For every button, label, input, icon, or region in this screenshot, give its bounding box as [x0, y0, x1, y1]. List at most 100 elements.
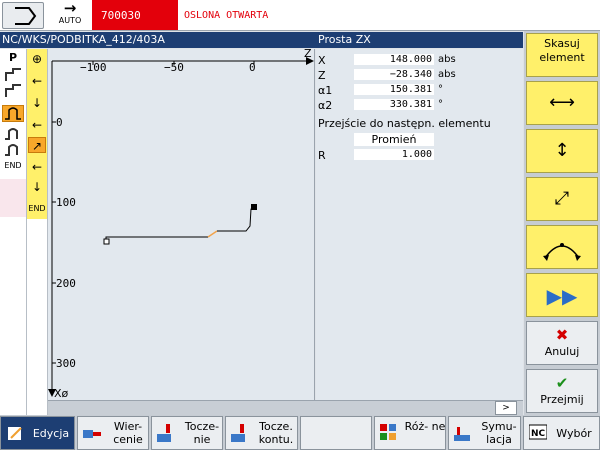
empty-softkey[interactable] — [300, 416, 372, 450]
param-row-a2: α2 330.381 ° — [316, 99, 523, 112]
x-tick-label: 0 — [56, 116, 63, 129]
z-tick-label: −50 — [164, 61, 184, 74]
alpha2-value-field[interactable]: 330.381 — [354, 99, 434, 110]
bracket-icon — [15, 7, 37, 25]
simulation-icon — [454, 427, 470, 441]
alpha1-value-field[interactable]: 150.381 — [354, 84, 434, 95]
contour-start-marker — [103, 238, 110, 245]
end-label[interactable]: END — [2, 161, 24, 178]
parameter-panel: X 148.000 abs Z −28.340 abs α1 150.381 °… — [316, 49, 523, 400]
param-row-r: R 1.000 — [316, 149, 523, 162]
softkey-label: Symu- lacja — [481, 420, 517, 446]
softkey-label: Tocze- nie — [184, 420, 220, 446]
contour-element-column: ⊕ ← ↓ ← ↗ ← ↓ END — [27, 49, 48, 415]
scroll-right-button[interactable]: > — [495, 401, 517, 415]
z-value-field[interactable]: −28.340 — [354, 69, 434, 80]
arrow-left-icon[interactable]: ← — [28, 117, 46, 133]
panel-title: Prosta ZX — [318, 33, 371, 46]
arc-button[interactable] — [526, 225, 598, 269]
horizontal-line-icon: ⟷ — [549, 92, 575, 113]
param-unit: abs — [438, 69, 456, 80]
contour-icon[interactable] — [2, 67, 24, 84]
more-button[interactable]: ▶▶ — [526, 273, 598, 317]
contour-line — [105, 236, 208, 242]
contour-turning-button[interactable]: Tocze. kontu. — [225, 416, 298, 450]
misc-button[interactable]: Róż- ne — [374, 416, 446, 450]
x-value-field[interactable]: 148.000 — [354, 54, 434, 65]
diagonal-arrows-icon: ⤢ — [554, 188, 570, 209]
softkey-label: Przejmij — [540, 393, 584, 406]
softkey-label: Skasuj element — [539, 37, 585, 64]
top-status-bar: → AUTO 700030 OSLONA OTWARTA — [0, 0, 600, 31]
contour-graphic[interactable]: −100 −50 0 Z 0 100 200 300 Xø — [48, 49, 315, 400]
z-axis-label: Z — [304, 49, 312, 60]
vertical-line-icon: ↕ — [554, 140, 570, 161]
softkey-label: Róż- ne — [404, 420, 446, 433]
auto-mode-indicator: → AUTO — [50, 0, 90, 30]
checkmark-icon: ✔ — [555, 374, 569, 392]
x-icon: ✖ — [555, 326, 569, 344]
transition-select[interactable]: Promień — [354, 133, 434, 146]
edit-button[interactable]: Edycja — [0, 416, 75, 450]
param-name: α1 — [318, 84, 333, 97]
softkey-label: Wier- cenie — [113, 420, 143, 446]
empty-slot — [0, 179, 26, 217]
param-row-x: X 148.000 abs — [316, 54, 523, 67]
horizontal-scrollbar[interactable] — [48, 400, 523, 415]
edit-icon — [8, 427, 22, 440]
arrow-down-icon[interactable]: ↓ — [28, 179, 46, 195]
simulation-button[interactable]: Symu- lacja — [448, 416, 521, 450]
arrow-left-icon[interactable]: ← — [28, 159, 46, 175]
delete-element-button[interactable]: Skasuj element — [526, 33, 598, 77]
horizontal-line-button[interactable]: ⟷ — [526, 81, 598, 125]
end-label[interactable]: END — [28, 201, 46, 217]
drill-button[interactable]: Wier- cenie — [77, 416, 149, 450]
double-chevron-right-icon: ▶▶ — [546, 284, 578, 308]
softkey-label: Tocze. kontu. — [258, 420, 294, 446]
oblique-line-button[interactable]: ⤢ — [526, 177, 598, 221]
horizontal-softkeys: Edycja Wier- cenie Tocze- nie Tocze. kon… — [0, 415, 600, 450]
accept-button[interactable]: ✔ Przejmij — [526, 369, 598, 413]
arc-icon — [543, 243, 581, 261]
turning-icon — [157, 424, 171, 442]
arrow-right-icon: → — [63, 0, 77, 17]
misc-icon — [380, 424, 396, 440]
select-button[interactable]: NC Wybór — [523, 416, 600, 450]
program-path: NC/WKS/PODBITKA_412/403A — [2, 33, 165, 46]
svg-text:NC: NC — [531, 429, 546, 439]
param-unit: ° — [438, 99, 443, 110]
param-name: R — [318, 149, 326, 162]
active-element-line — [207, 230, 218, 238]
crosshair-icon[interactable]: ⊕ — [28, 51, 46, 67]
z-tick-label: 0 — [249, 61, 256, 74]
program-start-label[interactable]: P — [2, 51, 24, 68]
contour-end-marker — [251, 204, 257, 210]
cancel-button[interactable]: ✖ Anuluj — [526, 321, 598, 365]
nc-icon: NC — [529, 424, 547, 440]
contour-icon[interactable] — [2, 125, 24, 142]
contour-icon[interactable] — [2, 141, 24, 158]
mode-label: AUTO — [58, 16, 82, 25]
turning-button[interactable]: Tocze- nie — [151, 416, 223, 450]
vertical-line-button[interactable]: ↕ — [526, 129, 598, 173]
arrow-left-icon[interactable]: ← — [28, 73, 46, 89]
param-unit: ° — [438, 84, 443, 95]
softkey-label: Edycja — [32, 427, 70, 440]
vertical-softkeys: Skasuj element ⟷ ↕ ⤢ ▶▶ ✖ Anuluj ✔ Przej… — [524, 31, 600, 415]
radius-value-field[interactable]: 1.000 — [354, 149, 434, 160]
contour-icon[interactable] — [2, 83, 24, 100]
arrow-down-icon[interactable]: ↓ — [28, 95, 46, 111]
program-path-header: NC/WKS/PODBITKA_412/403A Prosta ZX — [0, 32, 523, 48]
param-row-z: Z −28.340 abs — [316, 69, 523, 82]
contour-tree-column: P END — [0, 49, 27, 415]
selected-contour-icon[interactable] — [2, 105, 24, 122]
x-tick-label: 200 — [56, 277, 76, 290]
drill-icon — [83, 430, 101, 438]
alarm-number: 700030 — [92, 0, 178, 30]
softkey-label: Anuluj — [544, 345, 580, 358]
softkey-label: Wybór — [556, 427, 592, 440]
arrow-diagonal-icon[interactable]: ↗ — [28, 137, 46, 153]
contour-turning-icon — [231, 424, 245, 442]
x-axis-label: Xø — [54, 387, 69, 400]
machine-mode-button[interactable] — [2, 2, 44, 29]
